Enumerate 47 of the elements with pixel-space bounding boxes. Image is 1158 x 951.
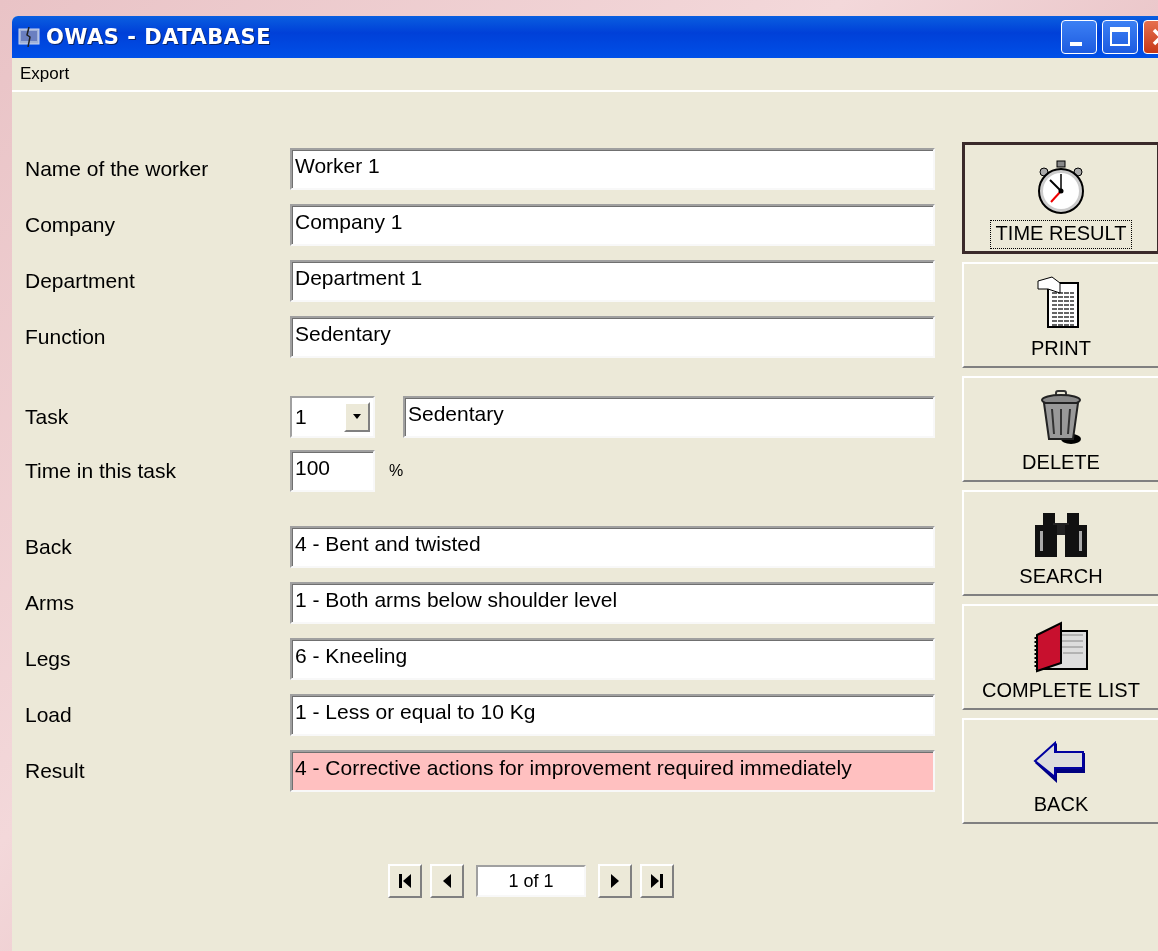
text-field[interactable]: 100 <box>290 450 375 492</box>
text-field[interactable]: 4 - Corrective actions for improvement required immediately <box>290 750 935 792</box>
field-label: Result <box>25 759 86 783</box>
first-record-button[interactable] <box>388 864 422 898</box>
action-button[interactable]: COMPLETE LIST <box>962 604 1158 710</box>
record-counter-field[interactable]: 1 of 1 <box>476 865 586 897</box>
action-button[interactable]: TIME RESULT <box>962 142 1158 254</box>
menu-item[interactable]: Export <box>20 64 70 84</box>
text-field[interactable]: Sedentary <box>403 396 935 438</box>
field-label: Load <box>25 703 73 727</box>
first-icon <box>397 872 413 890</box>
caret-icon <box>351 413 363 421</box>
text-field[interactable]: 1 - Both arms below shoulder level <box>290 582 935 624</box>
field-label: Name of the worker <box>25 157 210 181</box>
field-label: Department <box>25 269 136 293</box>
field-label: Back <box>25 535 73 559</box>
action-button[interactable]: DELETE <box>962 376 1158 482</box>
last-record-button[interactable] <box>640 864 674 898</box>
binoculars-icon <box>1033 511 1089 559</box>
text-field[interactable]: Department 1 <box>290 260 935 302</box>
maximize-button[interactable] <box>1102 20 1138 54</box>
text-field[interactable]: 1 - Less or equal to 10 Kg <box>290 694 935 736</box>
minimize-icon <box>1070 42 1082 46</box>
trash-can-icon <box>1039 389 1083 445</box>
action-button[interactable]: SEARCH <box>962 490 1158 596</box>
action-button[interactable]: BACK <box>962 718 1158 824</box>
action-button[interactable]: PRINT <box>962 262 1158 368</box>
app-icon <box>18 27 40 47</box>
window-title: OWAS - DATABASE <box>46 25 272 49</box>
text-field[interactable]: 6 - Kneeling <box>290 638 935 680</box>
field-label: Time in this task <box>25 459 177 483</box>
text-field[interactable]: Sedentary <box>290 316 935 358</box>
next-record-button[interactable] <box>598 864 632 898</box>
text-field[interactable]: Company 1 <box>290 204 935 246</box>
minimize-button[interactable] <box>1061 20 1097 54</box>
text-field[interactable]: 4 - Bent and twisted <box>290 526 935 568</box>
unit-label: % <box>389 462 404 480</box>
book-icon <box>1033 621 1089 673</box>
previous-record-button[interactable] <box>430 864 464 898</box>
field-label: Function <box>25 325 107 349</box>
field-label: Arms <box>25 591 75 615</box>
text-field[interactable]: Worker 1 <box>290 148 935 190</box>
field-label: Task <box>25 405 70 429</box>
field-label: Company <box>25 213 116 237</box>
task-dropdown[interactable]: 1 <box>290 396 375 438</box>
field-label: Legs <box>25 647 72 671</box>
last-icon <box>649 872 665 890</box>
